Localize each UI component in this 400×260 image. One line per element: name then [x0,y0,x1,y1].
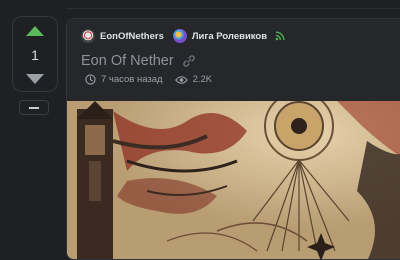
post-stats: 7 часов назад 2.2K [85,74,212,85]
vote-count: 1 [31,47,39,63]
community-name[interactable]: Лига Ролевиков [192,31,267,42]
rss-icon[interactable] [275,31,285,41]
post-meta: EonOfNethers Лига Ролевиков [81,27,285,45]
post-image-artwork [67,101,400,259]
post-time: 7 часов назад [101,74,163,85]
vote-panel: 1 [12,16,58,92]
eye-icon [174,75,188,84]
author-avatar[interactable] [81,29,95,43]
collapse-button[interactable] [19,100,49,115]
upvote-icon[interactable] [25,25,45,37]
downvote-icon[interactable] [25,73,45,85]
community-avatar[interactable] [172,29,187,43]
post-title-row: Eon Of Nether [81,53,195,69]
clock-icon [85,74,96,85]
minus-icon [29,107,39,109]
post-card: EonOfNethers Лига Ролевиков Eon Of Nethe… [66,18,400,260]
top-divider [66,0,400,9]
view-count: 2.2K [192,74,213,85]
author-name[interactable]: EonOfNethers [100,31,164,42]
post-title[interactable]: Eon Of Nether [81,53,174,69]
post-image[interactable] [67,101,400,259]
link-icon[interactable] [182,55,195,67]
